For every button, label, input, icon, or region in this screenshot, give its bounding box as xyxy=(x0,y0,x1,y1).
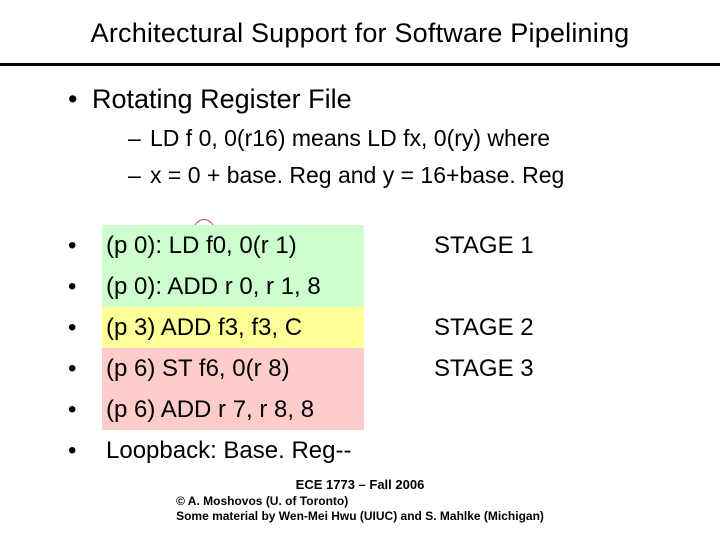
code-row: • Loopback: Base. Reg-- xyxy=(68,430,668,471)
code-line: (p 0): LD f0, 0(r 1) xyxy=(102,225,364,266)
code-row: • (p 0): ADD r 0, r 1, 8 xyxy=(68,266,668,307)
dash: – xyxy=(128,162,150,189)
bullet-dot: • xyxy=(68,84,92,115)
bullet-dot: • xyxy=(68,225,102,266)
dash: – xyxy=(128,125,150,152)
code-row: • (p 0): LD f0, 0(r 1) STAGE 1 xyxy=(68,225,668,266)
footer-line: © A. Moshovos (U. of Toronto) xyxy=(176,494,544,509)
stage-label: STAGE 3 xyxy=(364,348,534,389)
code-row: • (p 6) ST f6, 0(r 8) STAGE 3 xyxy=(68,348,668,389)
bullet-dot: • xyxy=(68,348,102,389)
code-line: (p 0): ADD r 0, r 1, 8 xyxy=(102,266,364,307)
stage-label: STAGE 1 xyxy=(364,225,534,266)
code-line: (p 3) ADD f3, f3, C xyxy=(102,307,364,348)
slide: { "title": "Architectural Support for So… xyxy=(0,0,720,540)
sub-a: LD f 0, 0(r16) means LD fx, 0(ry) where xyxy=(150,125,550,151)
bullet-level-2: –x = 0 + base. Reg and y = 16+base. Reg xyxy=(128,162,720,189)
code-line: Loopback: Base. Reg-- xyxy=(102,430,364,471)
code-row: • (p 3) ADD f3, f3, C STAGE 2 xyxy=(68,307,668,348)
code-block: • (p 0): LD f0, 0(r 1) STAGE 1 • (p 0): … xyxy=(68,225,668,471)
page-title: Architectural Support for Software Pipel… xyxy=(0,0,720,57)
footer-line: Some material by Wen-Mei Hwu (UIUC) and … xyxy=(176,509,544,524)
code-line: (p 6) ST f6, 0(r 8) xyxy=(102,348,364,389)
sub-b: x = 0 + base. Reg and y = 16+base. Reg xyxy=(150,162,564,188)
bullet-dot: • xyxy=(68,307,102,348)
bullet-dot: • xyxy=(68,389,102,430)
bullet-dot: • xyxy=(68,430,102,471)
heading-text: Rotating Register File xyxy=(92,84,352,114)
bullet-level-1: •Rotating Register File xyxy=(68,84,720,115)
footer: ECE 1773 – Fall 2006 © A. Moshovos (U. o… xyxy=(0,477,720,524)
title-rule xyxy=(0,63,720,66)
stage-label: STAGE 2 xyxy=(364,307,534,348)
code-line: (p 6) ADD r 7, r 8, 8 xyxy=(102,389,364,430)
bullet-dot: • xyxy=(68,266,102,307)
code-row: • (p 6) ADD r 7, r 8, 8 xyxy=(68,389,668,430)
footer-course: ECE 1773 – Fall 2006 xyxy=(0,477,720,492)
bullet-level-2: –LD f 0, 0(r16) means LD fx, 0(ry) where xyxy=(128,125,720,152)
